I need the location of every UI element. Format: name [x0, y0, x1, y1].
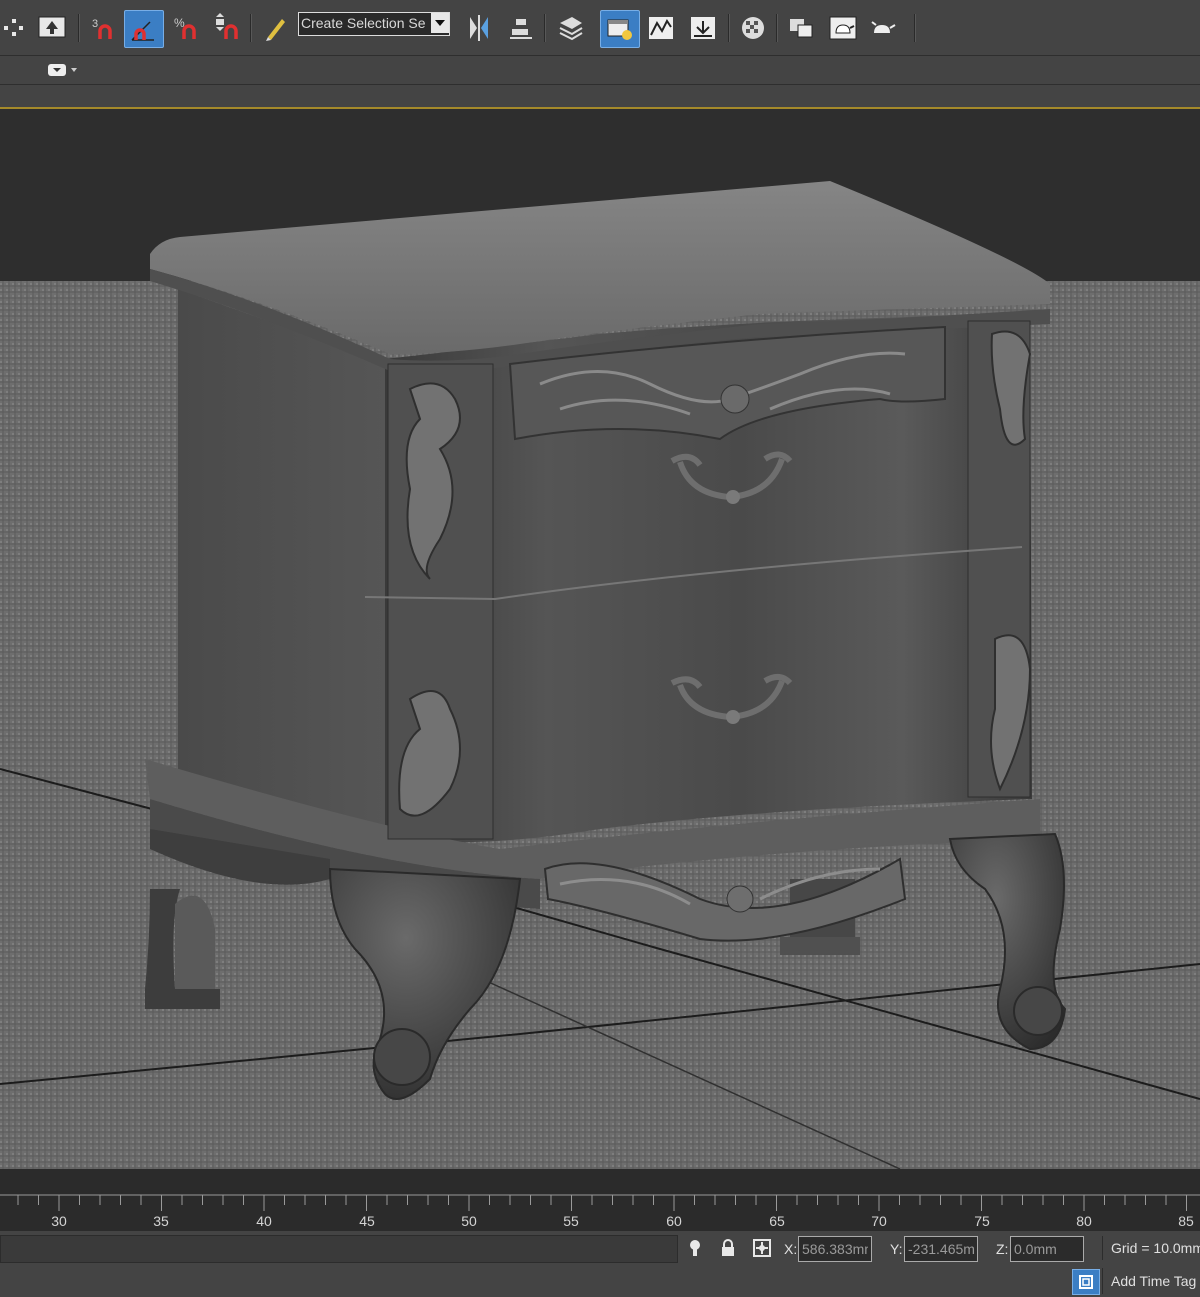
isolate-selection-icon[interactable]: [686, 1239, 704, 1257]
named-selection-set-dropdown[interactable]: [298, 12, 450, 36]
select-move-icon[interactable]: [0, 10, 26, 46]
z-coordinate-input[interactable]: [1011, 1237, 1083, 1261]
curve-editor-icon[interactable]: [642, 10, 680, 46]
maxscript-listener[interactable]: [0, 1235, 678, 1263]
scene-explorer-icon[interactable]: [600, 10, 640, 48]
toolbar-separator: [78, 14, 80, 42]
status-bar: X: Y: Z: Grid = 10.0mm Add Time Tag: [0, 1232, 1200, 1297]
y-coordinate-field[interactable]: [904, 1236, 978, 1262]
timeline-ruler[interactable]: 30 35 40 45 50 55 60 65 70 75 80 85: [0, 1169, 1200, 1231]
ruler-label: 70: [871, 1213, 887, 1229]
snap-toggle-icon[interactable]: 3: [84, 10, 122, 46]
ruler-label: 35: [153, 1213, 169, 1229]
angle-snap-icon[interactable]: [124, 10, 164, 48]
spinner-snap-icon[interactable]: [206, 10, 244, 46]
absolute-transform-icon[interactable]: [753, 1239, 771, 1257]
named-selection-set-input[interactable]: [299, 13, 431, 33]
x-coordinate-input[interactable]: [799, 1237, 871, 1261]
svg-text:3: 3: [92, 18, 98, 30]
toolbar-separator: [728, 14, 730, 42]
perspective-viewport[interactable]: [0, 107, 1200, 1171]
chevron-down-icon[interactable]: [431, 13, 449, 33]
y-coordinate-input[interactable]: [905, 1237, 977, 1261]
toolbar-separator: [776, 14, 778, 42]
y-label: Y:: [890, 1241, 903, 1257]
toolbar-separator: [544, 14, 546, 42]
minimize-ribbon-icon: [48, 64, 66, 76]
lock-icon[interactable]: [719, 1239, 737, 1257]
ribbon-toggle-button[interactable]: [48, 62, 80, 78]
ruler-label: 50: [461, 1213, 477, 1229]
ruler-label: 45: [359, 1213, 375, 1229]
z-coordinate-field[interactable]: [1010, 1236, 1084, 1262]
ruler-label: 75: [974, 1213, 990, 1229]
ruler-label: 30: [51, 1213, 67, 1229]
schematic-view-icon[interactable]: [684, 10, 722, 46]
key-filters-button[interactable]: [1072, 1269, 1100, 1295]
toolbar-separator: [250, 14, 252, 42]
ruler-label: 40: [256, 1213, 272, 1229]
ruler-label: 80: [1076, 1213, 1092, 1229]
chevron-down-icon: [71, 68, 77, 72]
ruler-ticks: [0, 1194, 1200, 1211]
percent-snap-icon[interactable]: %: [166, 10, 204, 46]
material-editor-icon[interactable]: [734, 10, 772, 46]
mirror-icon[interactable]: [460, 10, 498, 46]
ribbon-bar: [0, 56, 1200, 85]
scene-render: [0, 109, 1200, 1169]
render-production-icon[interactable]: [864, 10, 902, 46]
select-object-icon[interactable]: [33, 10, 71, 46]
main-toolbar: 3 %: [0, 0, 1200, 56]
render-setup-icon[interactable]: [782, 10, 820, 46]
ruler-label: 60: [666, 1213, 682, 1229]
frame-icon: [1079, 1275, 1093, 1289]
ruler-label: 65: [769, 1213, 785, 1229]
z-label: Z:: [996, 1241, 1009, 1257]
ruler-label: 85: [1178, 1213, 1194, 1229]
grid-size-label: Grid = 10.0mm: [1102, 1236, 1200, 1260]
toolbar-separator: [914, 14, 916, 42]
edit-named-selection-icon[interactable]: [256, 10, 294, 46]
align-icon[interactable]: [502, 10, 540, 46]
x-coordinate-field[interactable]: [798, 1236, 872, 1262]
add-time-tag-button[interactable]: Add Time Tag: [1102, 1268, 1200, 1294]
layer-explorer-icon[interactable]: [552, 10, 590, 46]
x-label: X:: [784, 1241, 798, 1257]
render-teapot-icon[interactable]: [824, 10, 862, 46]
panel-gap: [0, 85, 1200, 107]
ruler-label: 55: [563, 1213, 579, 1229]
